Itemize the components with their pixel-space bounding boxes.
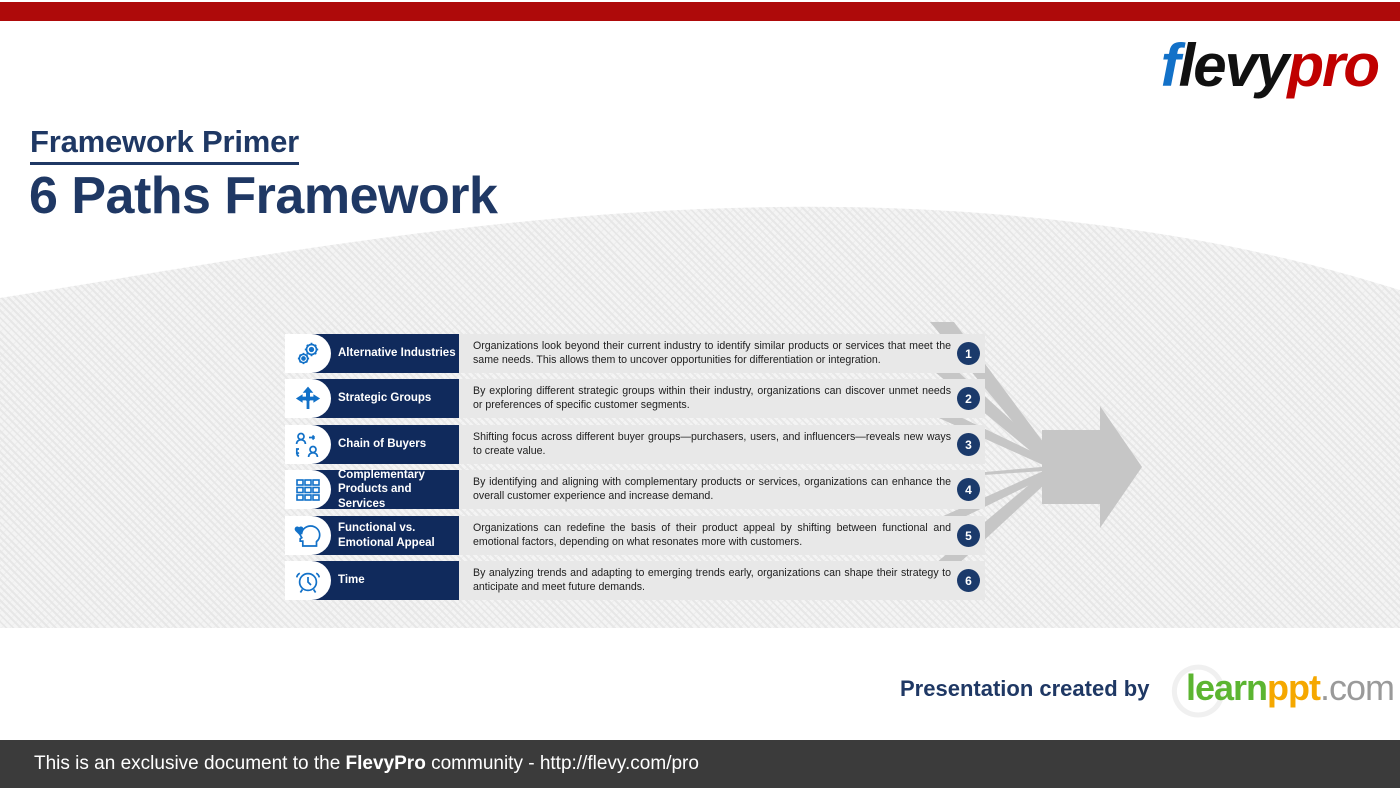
flevypro-logo-f: f: [1160, 32, 1181, 99]
row-icon-pill: [285, 334, 331, 373]
row-number-badge: 4: [957, 478, 980, 501]
row-icon-pill: [285, 561, 331, 600]
page-eyebrow-text: Framework Primer: [30, 124, 299, 165]
path-row[interactable]: Complementary Products and Services By i…: [285, 468, 985, 510]
footer-notice-text: This is an exclusive document to the Fle…: [34, 753, 699, 775]
row-description: By exploring different strategic groups …: [473, 384, 951, 411]
row-description: Organizations can redefine the basis of …: [473, 521, 951, 548]
flevypro-logo-pro: pro: [1287, 32, 1380, 99]
footer-notice-bar: This is an exclusive document to the Fle…: [0, 740, 1400, 788]
path-row[interactable]: Functional vs. Emotional Appeal Organiza…: [285, 516, 985, 555]
row-label: Functional vs. Emotional Appeal: [338, 522, 435, 549]
split-arrows-icon: [295, 386, 321, 409]
top-red-accent-bar: [0, 2, 1400, 21]
row-label: Time: [338, 574, 365, 587]
row-description: Organizations look beyond their current …: [473, 339, 951, 366]
row-description: By identifying and aligning with complem…: [473, 475, 951, 502]
path-row[interactable]: Strategic Groups By exploring different …: [285, 379, 985, 418]
path-row[interactable]: Chain of Buyers Shifting focus across di…: [285, 425, 985, 464]
row-icon-pill: [285, 516, 331, 555]
row-label: Strategic Groups: [338, 392, 432, 405]
row-description: Shifting focus across different buyer gr…: [473, 430, 951, 457]
row-label: Complementary Products and Services: [338, 468, 425, 510]
row-description: By analyzing trends and adapting to emer…: [473, 566, 951, 593]
footer-notice-tail: community - http://flevy.com/pro: [425, 753, 699, 774]
row-icon-pill: [285, 470, 331, 509]
grid-squares-icon: [296, 478, 320, 501]
row-number-badge: 1: [957, 342, 980, 365]
gears-icon: [297, 342, 319, 364]
learnppt-logo-learn: learn: [1186, 667, 1268, 708]
footer-notice-brand: FlevyPro: [345, 753, 426, 774]
flevypro-logo-levy: levy: [1178, 32, 1290, 99]
row-icon-pill: [285, 379, 331, 418]
row-label: Chain of Buyers: [338, 438, 427, 451]
created-by-label: Presentation created by: [900, 676, 1150, 701]
row-number-badge: 6: [957, 569, 980, 592]
learnppt-logo: learnppt.com: [1186, 667, 1395, 708]
people-exchange-icon: [295, 432, 319, 457]
learnppt-logo-com: .com: [1320, 667, 1395, 708]
flevypro-logo: flevypro: [1161, 36, 1380, 96]
footer-notice-lead: This is an exclusive document to the: [34, 753, 346, 774]
head-heart-icon: [294, 524, 321, 547]
page-title: 6 Paths Framework: [29, 167, 498, 225]
row-number-badge: 2: [957, 387, 980, 410]
row-number-badge: 5: [957, 524, 980, 547]
alarm-clock-icon: [295, 571, 321, 593]
slide-canvas: Framework Primer 6 Paths Framework flevy…: [0, 0, 1400, 788]
page-eyebrow: Framework Primer: [30, 124, 299, 165]
row-icon-pill: [285, 425, 331, 464]
path-row[interactable]: Time By analyzing trends and adapting to…: [285, 561, 985, 600]
row-number-badge: 3: [957, 433, 980, 456]
row-label: Alternative Industries: [338, 347, 456, 360]
learnppt-logo-ppt: ppt: [1267, 667, 1321, 708]
path-row[interactable]: Alternative Industries Organizations loo…: [285, 334, 985, 373]
